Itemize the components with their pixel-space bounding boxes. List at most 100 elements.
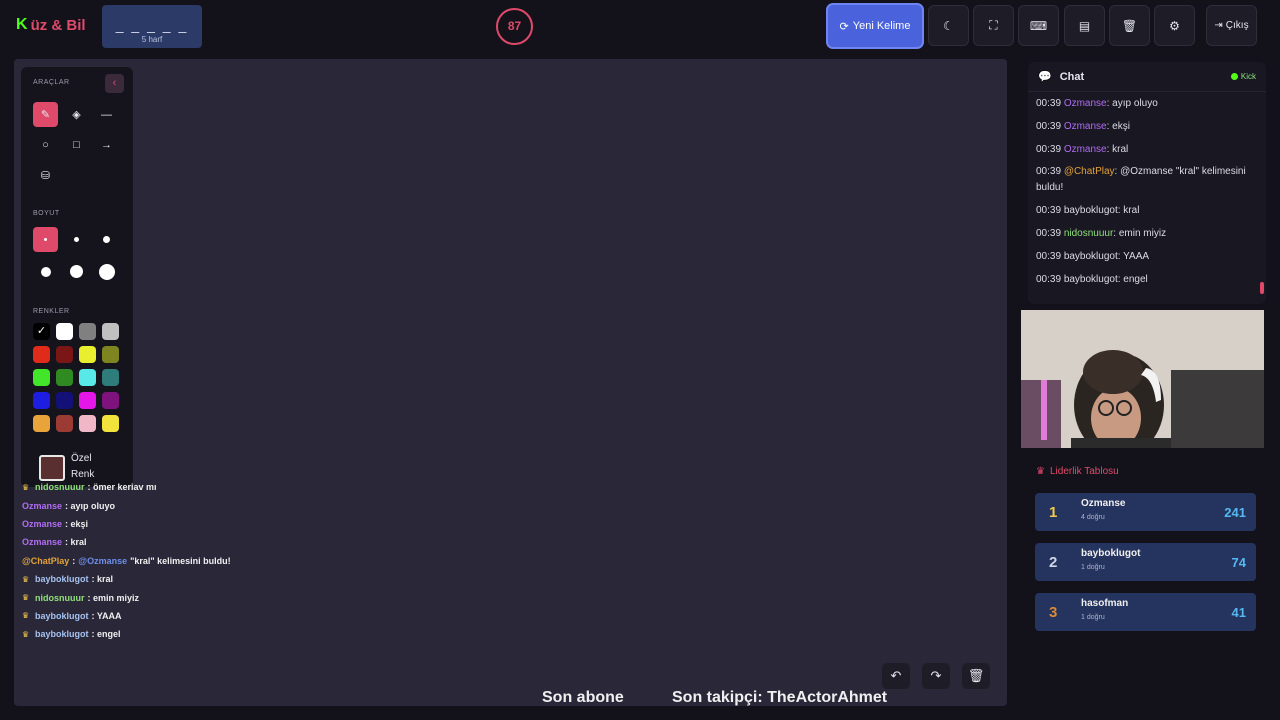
overlay-chat-user: bayboklugot xyxy=(35,610,89,621)
color-swatch[interactable] xyxy=(33,392,50,409)
color-swatch[interactable] xyxy=(33,346,50,363)
canvas-chat-overlay: ♛ nidosnuuur: ömer keriav mı Ozmanse: ayıp… xyxy=(22,478,282,644)
color-swatch[interactable] xyxy=(102,369,119,386)
overlay-chat-text: : emin miyiz xyxy=(87,592,140,603)
overlay-chat-text: "kral" kelimesini buldu! xyxy=(130,555,231,566)
chat-scrollbar[interactable] xyxy=(1260,282,1264,294)
archive-icon: ▤ xyxy=(1078,18,1091,33)
line-tool[interactable]: — xyxy=(94,102,119,127)
color-swatch[interactable] xyxy=(79,323,96,340)
fullscreen-icon: ⛶ xyxy=(989,18,998,32)
size-option-2[interactable] xyxy=(64,227,89,252)
logo-text: üz & Bil xyxy=(30,16,86,34)
rectangle-tool[interactable]: □ xyxy=(64,132,89,157)
overlay-chat-line: ♛ bayboklugot: kral xyxy=(22,570,282,588)
delete-button[interactable]: 🗑 xyxy=(1109,5,1150,46)
color-swatch[interactable] xyxy=(56,392,73,409)
eraser-tool[interactable]: ◈ xyxy=(64,102,89,127)
leaderboard-correct-count: 1 doğru xyxy=(1081,564,1105,571)
chat-username[interactable]: bayboklugot xyxy=(1064,274,1118,285)
overlay-chat-user: nidosnuuur xyxy=(35,592,85,603)
word-hint-box: _ _ _ _ _ 5 harf xyxy=(102,5,202,48)
tools-panel: ARAÇLAR ‹ ✎ ◈ — ○ □ → ⛁ BOYUT RENKLER ✓ xyxy=(21,67,133,487)
chat-message: 00:39 bayboklugot: kral xyxy=(1036,203,1258,219)
fullscreen-button[interactable]: ⛶ xyxy=(973,5,1014,46)
color-swatch[interactable]: ✓ xyxy=(33,323,50,340)
size-option-4[interactable] xyxy=(33,259,58,284)
chat-text: : emin miyiz xyxy=(1113,227,1167,239)
color-swatch[interactable] xyxy=(102,346,119,363)
color-swatch[interactable] xyxy=(56,323,73,340)
brush-tool[interactable]: ✎ xyxy=(33,102,58,127)
circle-tool[interactable]: ○ xyxy=(33,132,58,157)
leaderboard-entry: 1 Ozmanse 4 doğru 241 xyxy=(1035,493,1256,531)
eraser-icon: ◈ xyxy=(72,109,81,121)
color-swatch[interactable] xyxy=(56,346,73,363)
leaderboard-rank: 2 xyxy=(1049,554,1058,571)
chat-username[interactable]: nidosnuuur xyxy=(1064,228,1113,239)
color-swatch[interactable] xyxy=(79,392,96,409)
overlay-chat-user: nidosnuuur xyxy=(35,482,85,493)
chat-username[interactable]: Ozmanse xyxy=(1064,121,1107,132)
chat-title: Chat xyxy=(1059,70,1085,83)
chat-message: 00:39 bayboklugot: YAAA xyxy=(1036,249,1258,265)
color-swatch[interactable] xyxy=(79,369,96,386)
size-dot-icon xyxy=(74,237,79,242)
chat-username[interactable]: bayboklugot xyxy=(1064,205,1118,216)
chat-text: : ayıp oluyo xyxy=(1106,98,1158,109)
clear-canvas-button[interactable]: 🗑 xyxy=(962,663,990,689)
chat-username[interactable]: Ozmanse xyxy=(1064,144,1107,155)
last-subscriber-ticker: Son abone xyxy=(542,689,624,706)
color-swatch[interactable] xyxy=(102,415,119,432)
chat-panel: 💬 Chat Kick 00:39 Ozmanse: ayıp oluyo 00:… xyxy=(1028,62,1266,304)
arrow-tool[interactable]: → xyxy=(94,132,119,157)
crown-icon: ♛ xyxy=(1036,466,1045,477)
new-word-button[interactable]: ⟳ Yeni Kelime xyxy=(826,3,924,49)
size-dot-icon xyxy=(103,236,110,243)
overlay-chat-separator: : xyxy=(72,555,76,566)
logout-button[interactable]: ⇥ Çıkış xyxy=(1206,5,1257,46)
settings-button[interactable]: ⚙ xyxy=(1154,5,1195,46)
redo-button[interactable]: ↷ xyxy=(922,663,950,689)
color-swatch[interactable] xyxy=(79,415,96,432)
platform-status: Kick xyxy=(1230,72,1256,81)
size-title: BOYUT xyxy=(33,210,60,217)
chat-username[interactable]: Ozmanse xyxy=(1064,98,1107,109)
overlay-chat-line: ♛ nidosnuuur: emin miyiz xyxy=(22,588,282,606)
subscriber-badge-icon: ♛ xyxy=(22,482,30,492)
color-swatch[interactable] xyxy=(79,346,96,363)
size-option-5[interactable] xyxy=(64,259,89,284)
size-option-3[interactable] xyxy=(94,227,119,252)
chat-username[interactable]: @ChatPlay xyxy=(1064,166,1115,177)
color-swatch[interactable] xyxy=(56,415,73,432)
square-icon: □ xyxy=(73,138,80,151)
logo-k: K xyxy=(16,16,28,33)
size-option-6[interactable] xyxy=(94,259,119,284)
overlay-chat-line: ♛ bayboklugot: engel xyxy=(22,625,282,643)
chat-text: : ekşi xyxy=(1106,120,1130,132)
chat-timestamp: 00:39 xyxy=(1036,205,1064,217)
keyboard-button[interactable]: ⌨ xyxy=(1018,5,1059,46)
color-swatch[interactable] xyxy=(102,323,119,340)
dark-mode-button[interactable]: ☾ xyxy=(928,5,969,46)
undo-button[interactable]: ↶ xyxy=(882,663,910,689)
color-swatch[interactable] xyxy=(102,392,119,409)
size-option-1[interactable] xyxy=(33,227,58,252)
brush-icon: ✎ xyxy=(40,109,51,121)
color-swatch[interactable] xyxy=(33,415,50,432)
archive-button[interactable]: ▤ xyxy=(1064,5,1105,46)
redo-icon: ↷ xyxy=(930,668,942,683)
fill-tool[interactable]: ⛁ xyxy=(33,163,58,188)
collapse-panel-button[interactable]: ‹ xyxy=(105,74,124,93)
chat-username[interactable]: bayboklugot xyxy=(1064,251,1118,262)
leaderboard-rank: 3 xyxy=(1049,604,1058,621)
chat-message-list[interactable]: 00:39 Ozmanse: ayıp oluyo 00:39 Ozmanse: … xyxy=(1028,92,1266,298)
overlay-chat-user: Ozmanse xyxy=(22,500,63,511)
color-swatch[interactable] xyxy=(56,369,73,386)
word-letter-count: 5 harf xyxy=(141,35,163,44)
color-swatch[interactable] xyxy=(33,369,50,386)
chat-timestamp: 00:39 xyxy=(1036,227,1064,239)
leaderboard-name: bayboklugot xyxy=(1081,548,1141,559)
chat-timestamp: 00:39 xyxy=(1036,250,1064,262)
app-logo: K üz & Bil xyxy=(16,16,86,34)
